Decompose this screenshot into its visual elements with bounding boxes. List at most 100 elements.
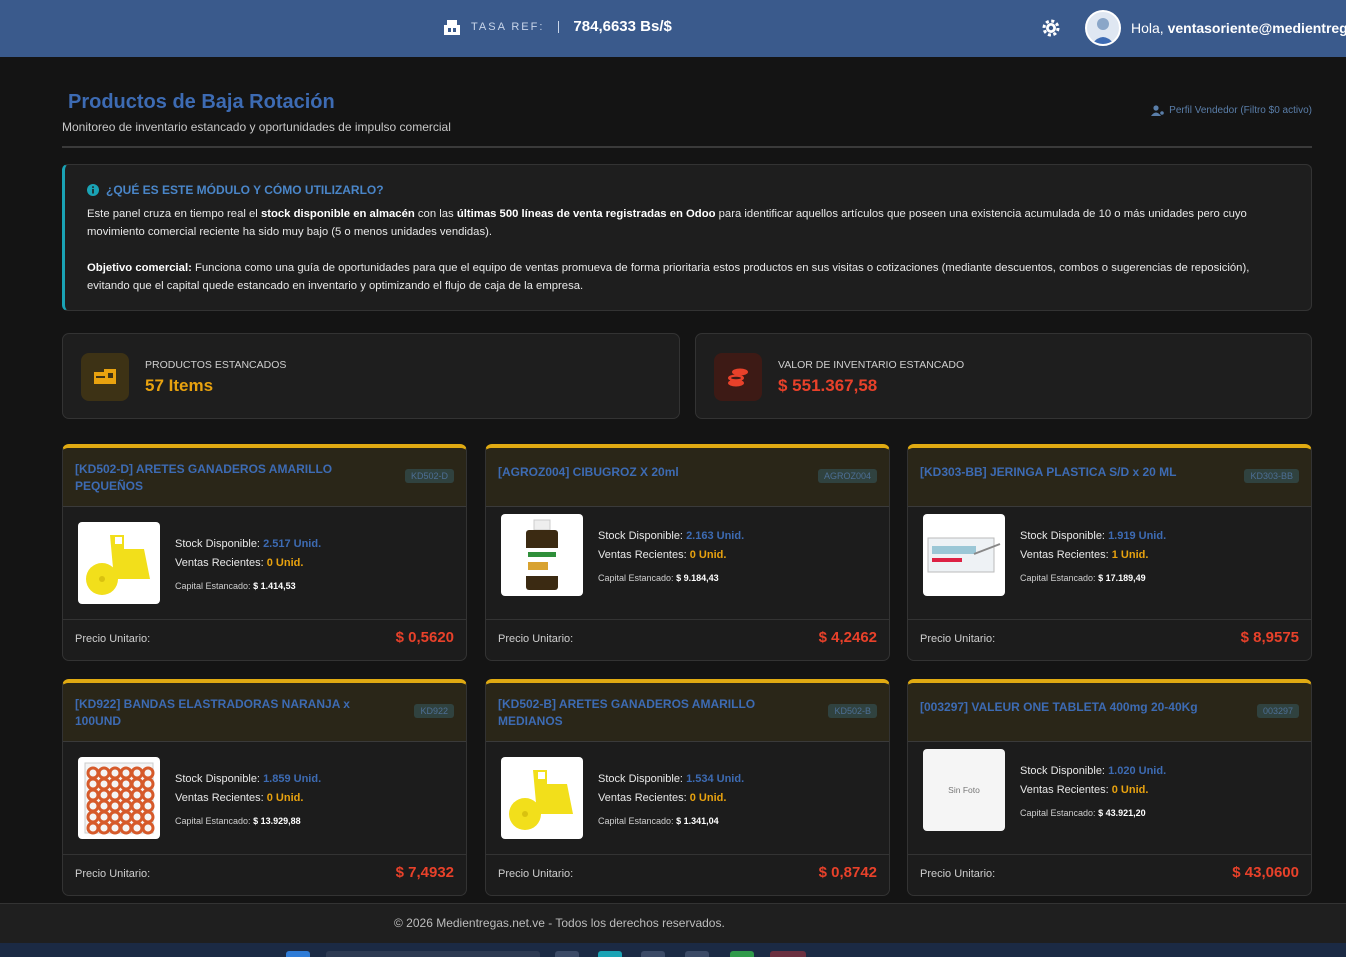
sales-line: Ventas Recientes: 0 Unid. [1020,784,1148,796]
stock-value: 1.919 Unid. [1108,530,1167,542]
building-bank-icon [444,19,460,35]
taskbar-app-icon[interactable] [641,951,665,957]
price-value: $ 7,4932 [395,864,454,881]
stock-line: Stock Disponible: 1.919 Unid. [1020,530,1166,542]
product-card[interactable]: [KD922] BANDAS ELASTRADORAS NARANJA x 10… [62,679,467,896]
product-code-badge: KD922 [414,704,454,718]
product-title[interactable]: [003297] VALEUR ONE TABLETA 400mg 20-40K… [920,699,1200,716]
avatar[interactable] [1085,10,1121,46]
sales-line: Ventas Recientes: 0 Unid. [175,792,303,804]
sales-value: 0 Unid. [689,549,727,561]
product-image [501,757,583,839]
price-label: Precio Unitario: [920,868,996,880]
product-card[interactable]: [003297] VALEUR ONE TABLETA 400mg 20-40K… [907,679,1312,896]
boxes-icon [81,353,129,401]
product-card[interactable]: [KD303-BB] JERINGA PLASTICA S/D x 20 ML K… [907,444,1312,661]
stock-label: Stock Disponible: [598,773,683,785]
price-value: $ 4,2462 [818,629,877,646]
taskbar-app-icon[interactable] [685,951,709,957]
product-card-header: [KD303-BB] JERINGA PLASTICA S/D x 20 ML K… [908,448,1311,507]
price-footer: Precio Unitario: $ 4,2462 [486,619,889,660]
product-code-badge: KD502-B [828,704,877,718]
profile-note: Perfil Vendedor (Filtro $0 activo) [1151,105,1312,116]
sales-label: Ventas Recientes: [1020,784,1109,796]
product-card[interactable]: [KD502-B] ARETES GANADEROS AMARILLO MEDI… [485,679,890,896]
price-label: Precio Unitario: [498,868,574,880]
product-code-badge: 003297 [1256,704,1299,718]
gear-icon[interactable] [1041,18,1061,38]
taskbar-app-icon[interactable] [730,951,754,957]
product-card[interactable]: [KD502-D] ARETES GANADEROS AMARILLO PEQU… [62,444,467,661]
stock-value: 1.534 Unid. [686,773,745,785]
sales-value: 0 Unid. [266,792,304,804]
page-subtitle: Monitoreo de inventario estancado y opor… [62,120,451,134]
sales-label: Ventas Recientes: [175,557,264,569]
sales-value: 0 Unid. [1111,784,1149,796]
taskbar-app-icon[interactable] [598,951,622,957]
stock-line: Stock Disponible: 1.020 Unid. [1020,765,1166,777]
taskbar-app-icon[interactable] [555,951,579,957]
exchange-rate: TASA REF: 784,6633 Bs/$ [443,18,672,35]
price-value: $ 0,5620 [395,629,454,646]
stat-products-label: PRODUCTOS ESTANCADOS [145,359,287,371]
stock-value: 1.859 Unid. [263,773,322,785]
capital-value: $ 1.341,04 [676,816,719,826]
price-footer: Precio Unitario: $ 43,0600 [908,854,1311,895]
stock-label: Stock Disponible: [175,773,260,785]
capital-label: Capital Estancado: [175,816,251,826]
product-card-header: [AGROZ004] CIBUGROZ X 20ml AGROZ004 [486,448,889,507]
price-footer: Precio Unitario: $ 0,8742 [486,854,889,895]
product-title[interactable]: [KD502-D] ARETES GANADEROS AMARILLO PEQU… [75,461,355,495]
capital-value: $ 13.929,88 [253,816,301,826]
product-card[interactable]: [AGROZ004] CIBUGROZ X 20ml AGROZ004 Stock … [485,444,890,661]
product-image: Sin Foto [923,749,1005,831]
capital-label: Capital Estancado: [1020,573,1096,583]
product-card-header: [003297] VALEUR ONE TABLETA 400mg 20-40K… [908,683,1311,742]
page-title: Productos de Baja Rotación [68,91,335,113]
price-label: Precio Unitario: [75,868,151,880]
user-avatar-icon [1092,18,1114,44]
capital-line: Capital Estancado: $ 1.341,04 [598,816,719,826]
price-value: $ 43,0600 [1232,864,1299,881]
product-code-badge: KD502-D [404,469,454,483]
top-bar: TASA REF: 784,6633 Bs/$ Hola, ventasorie… [0,0,1346,57]
sales-value: 0 Unid. [266,557,304,569]
capital-line: Capital Estancado: $ 1.414,53 [175,581,296,591]
product-title[interactable]: [KD502-B] ARETES GANADEROS AMARILLO MEDI… [498,696,778,730]
capital-line: Capital Estancado: $ 13.929,88 [175,816,301,826]
start-icon[interactable] [286,951,310,957]
product-title[interactable]: [AGROZ004] CIBUGROZ X 20ml [498,464,778,481]
sales-label: Ventas Recientes: [175,792,264,804]
sales-line: Ventas Recientes: 0 Unid. [175,557,303,569]
info-emphasis: últimas 500 líneas de venta registradas … [456,208,716,220]
price-label: Precio Unitario: [75,633,151,645]
product-card-header: [KD922] BANDAS ELASTRADORAS NARANJA x 10… [63,683,466,742]
product-code-badge: AGROZ004 [817,469,877,483]
capital-value: $ 1.414,53 [253,581,296,591]
info-emphasis: stock disponible en almacén [260,208,415,220]
os-taskbar [0,943,1346,957]
taskbar-app-icon[interactable] [770,951,806,957]
greeting-prefix: Hola, [1131,20,1164,36]
sales-label: Ventas Recientes: [598,792,687,804]
info-paragraph-2: Objetivo comercial: Funciona como una gu… [87,259,1289,295]
product-image [923,514,1005,596]
stat-value-amount: $ 551.367,58 [778,376,878,395]
user-greeting[interactable]: Hola, ventasoriente@medientregas.net.ve [1131,20,1346,36]
product-title[interactable]: [KD922] BANDAS ELASTRADORAS NARANJA x 10… [75,696,355,730]
taskbar-search[interactable] [326,951,540,957]
rate-label: TASA REF: [471,20,545,33]
stat-value-card: VALOR DE INVENTARIO ESTANCADO $ 551.367,… [695,333,1312,419]
product-image [78,757,160,839]
price-footer: Precio Unitario: $ 7,4932 [63,854,466,895]
no-photo-label: Sin Foto [948,785,980,795]
stat-value-label: VALOR DE INVENTARIO ESTANCADO [778,359,965,371]
product-image [78,522,160,604]
capital-label: Capital Estancado: [175,581,251,591]
capital-value: $ 9.184,43 [676,573,719,583]
rate-divider [558,20,560,33]
price-footer: Precio Unitario: $ 0,5620 [63,619,466,660]
product-title[interactable]: [KD303-BB] JERINGA PLASTICA S/D x 20 ML [920,464,1200,481]
sales-value: 1 Unid. [1111,549,1149,561]
product-card-header: [KD502-B] ARETES GANADEROS AMARILLO MEDI… [486,683,889,742]
